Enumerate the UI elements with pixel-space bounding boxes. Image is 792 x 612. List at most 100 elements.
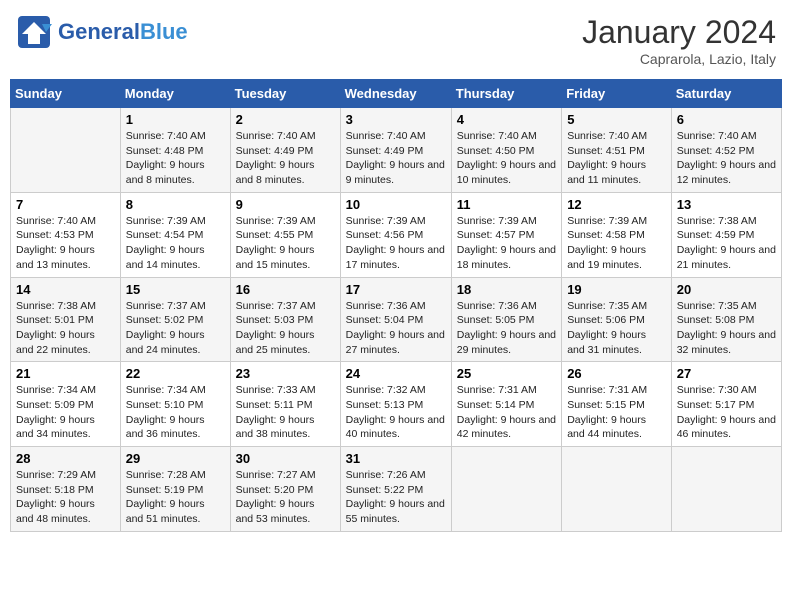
calendar-cell: 9 Sunrise: 7:39 AMSunset: 4:55 PMDaylight… <box>230 192 340 277</box>
column-header-tuesday: Tuesday <box>230 80 340 108</box>
day-detail: Sunrise: 7:31 AMSunset: 5:15 PMDaylight:… <box>567 383 666 442</box>
calendar-week-row: 1Sunrise: 7:40 AMSunset: 4:48 PMDaylight… <box>11 108 782 193</box>
day-number: 28 <box>16 451 115 466</box>
column-header-friday: Friday <box>562 80 672 108</box>
day-number: 12 <box>567 197 666 212</box>
day-number: 19 <box>567 282 666 297</box>
day-detail: Sunrise: 7:35 AMSunset: 5:06 PMDaylight:… <box>567 299 666 358</box>
column-header-thursday: Thursday <box>451 80 561 108</box>
day-number: 23 <box>236 366 335 381</box>
calendar-cell: 25 Sunrise: 7:31 AMSunset: 5:14 PMDayligh… <box>451 362 561 447</box>
page-header: GeneralBlue January 2024 Caprarola, Lazi… <box>10 10 782 71</box>
day-number: 22 <box>126 366 225 381</box>
calendar-cell: 22 Sunrise: 7:34 AMSunset: 5:10 PMDayligh… <box>120 362 230 447</box>
calendar-cell: 20 Sunrise: 7:35 AMSunset: 5:08 PMDayligh… <box>671 277 781 362</box>
day-number: 9 <box>236 197 335 212</box>
day-detail: Sunrise: 7:32 AMSunset: 5:13 PMDaylight:… <box>346 383 446 442</box>
calendar-week-row: 7 Sunrise: 7:40 AMSunset: 4:53 PMDaylight… <box>11 192 782 277</box>
calendar-cell: 11Sunrise: 7:39 AMSunset: 4:57 PMDayligh… <box>451 192 561 277</box>
day-number: 10 <box>346 197 446 212</box>
day-detail: Sunrise: 7:34 AMSunset: 5:10 PMDaylight:… <box>126 383 225 442</box>
day-detail: Sunrise: 7:34 AMSunset: 5:09 PMDaylight:… <box>16 383 115 442</box>
calendar-cell: 13 Sunrise: 7:38 AMSunset: 4:59 PMDayligh… <box>671 192 781 277</box>
day-detail: Sunrise: 7:30 AMSunset: 5:17 PMDaylight:… <box>677 383 776 442</box>
calendar-cell: 19 Sunrise: 7:35 AMSunset: 5:06 PMDayligh… <box>562 277 672 362</box>
logo-blue-text: Blue <box>140 19 188 44</box>
calendar-cell: 16Sunrise: 7:37 AMSunset: 5:03 PMDayligh… <box>230 277 340 362</box>
day-detail: Sunrise: 7:40 AMSunset: 4:51 PMDaylight:… <box>567 129 666 188</box>
calendar-cell: 14 Sunrise: 7:38 AMSunset: 5:01 PMDayligh… <box>11 277 121 362</box>
day-detail: Sunrise: 7:39 AMSunset: 4:57 PMDaylight:… <box>457 214 556 273</box>
calendar-cell: 8Sunrise: 7:39 AMSunset: 4:54 PMDaylight… <box>120 192 230 277</box>
day-number: 24 <box>346 366 446 381</box>
calendar-cell: 30Sunrise: 7:27 AMSunset: 5:20 PMDayligh… <box>230 447 340 532</box>
day-detail: Sunrise: 7:39 AMSunset: 4:56 PMDaylight:… <box>346 214 446 273</box>
page-subtitle: Caprarola, Lazio, Italy <box>582 51 776 67</box>
day-detail: Sunrise: 7:37 AMSunset: 5:03 PMDaylight:… <box>236 299 335 358</box>
calendar-cell: 15 Sunrise: 7:37 AMSunset: 5:02 PMDayligh… <box>120 277 230 362</box>
day-detail: Sunrise: 7:35 AMSunset: 5:08 PMDaylight:… <box>677 299 776 358</box>
day-detail: Sunrise: 7:31 AMSunset: 5:14 PMDaylight:… <box>457 383 556 442</box>
day-number: 14 <box>16 282 115 297</box>
calendar-body: 1Sunrise: 7:40 AMSunset: 4:48 PMDaylight… <box>11 108 782 532</box>
calendar-week-row: 14 Sunrise: 7:38 AMSunset: 5:01 PMDayligh… <box>11 277 782 362</box>
calendar-week-row: 21 Sunrise: 7:34 AMSunset: 5:09 PMDayligh… <box>11 362 782 447</box>
calendar-cell: 18 Sunrise: 7:36 AMSunset: 5:05 PMDayligh… <box>451 277 561 362</box>
day-detail: Sunrise: 7:40 AMSunset: 4:48 PMDaylight:… <box>126 129 225 188</box>
day-number: 4 <box>457 112 556 127</box>
calendar-table: SundayMondayTuesdayWednesdayThursdayFrid… <box>10 79 782 532</box>
day-number: 31 <box>346 451 446 466</box>
page-title: January 2024 <box>582 14 776 51</box>
day-number: 15 <box>126 282 225 297</box>
column-header-saturday: Saturday <box>671 80 781 108</box>
calendar-cell: 3Sunrise: 7:40 AMSunset: 4:49 PMDaylight… <box>340 108 451 193</box>
day-detail: Sunrise: 7:40 AMSunset: 4:49 PMDaylight:… <box>346 129 446 188</box>
calendar-cell: 28 Sunrise: 7:29 AMSunset: 5:18 PMDayligh… <box>11 447 121 532</box>
calendar-cell: 4 Sunrise: 7:40 AMSunset: 4:50 PMDaylight… <box>451 108 561 193</box>
day-detail: Sunrise: 7:40 AMSunset: 4:53 PMDaylight:… <box>16 214 115 273</box>
day-number: 8 <box>126 197 225 212</box>
calendar-cell: 5 Sunrise: 7:40 AMSunset: 4:51 PMDaylight… <box>562 108 672 193</box>
day-number: 5 <box>567 112 666 127</box>
logo-icon <box>16 14 52 50</box>
day-detail: Sunrise: 7:36 AMSunset: 5:04 PMDaylight:… <box>346 299 446 358</box>
calendar-cell: 26 Sunrise: 7:31 AMSunset: 5:15 PMDayligh… <box>562 362 672 447</box>
day-detail: Sunrise: 7:28 AMSunset: 5:19 PMDaylight:… <box>126 468 225 527</box>
day-number: 6 <box>677 112 776 127</box>
day-detail: Sunrise: 7:29 AMSunset: 5:18 PMDaylight:… <box>16 468 115 527</box>
day-detail: Sunrise: 7:36 AMSunset: 5:05 PMDaylight:… <box>457 299 556 358</box>
calendar-cell: 23Sunrise: 7:33 AMSunset: 5:11 PMDayligh… <box>230 362 340 447</box>
calendar-cell: 1Sunrise: 7:40 AMSunset: 4:48 PMDaylight… <box>120 108 230 193</box>
column-header-monday: Monday <box>120 80 230 108</box>
calendar-cell <box>451 447 561 532</box>
calendar-header-row: SundayMondayTuesdayWednesdayThursdayFrid… <box>11 80 782 108</box>
calendar-cell: 27 Sunrise: 7:30 AMSunset: 5:17 PMDayligh… <box>671 362 781 447</box>
calendar-cell: 24 Sunrise: 7:32 AMSunset: 5:13 PMDayligh… <box>340 362 451 447</box>
day-number: 7 <box>16 197 115 212</box>
day-detail: Sunrise: 7:40 AMSunset: 4:50 PMDaylight:… <box>457 129 556 188</box>
day-number: 2 <box>236 112 335 127</box>
day-detail: Sunrise: 7:38 AMSunset: 4:59 PMDaylight:… <box>677 214 776 273</box>
day-detail: Sunrise: 7:40 AMSunset: 4:49 PMDaylight:… <box>236 129 335 188</box>
day-detail: Sunrise: 7:40 AMSunset: 4:52 PMDaylight:… <box>677 129 776 188</box>
day-detail: Sunrise: 7:39 AMSunset: 4:55 PMDaylight:… <box>236 214 335 273</box>
day-number: 26 <box>567 366 666 381</box>
day-number: 18 <box>457 282 556 297</box>
day-detail: Sunrise: 7:37 AMSunset: 5:02 PMDaylight:… <box>126 299 225 358</box>
day-number: 20 <box>677 282 776 297</box>
logo: GeneralBlue <box>16 14 188 50</box>
day-number: 25 <box>457 366 556 381</box>
day-number: 30 <box>236 451 335 466</box>
calendar-cell <box>671 447 781 532</box>
title-block: January 2024 Caprarola, Lazio, Italy <box>582 14 776 67</box>
day-number: 17 <box>346 282 446 297</box>
day-detail: Sunrise: 7:38 AMSunset: 5:01 PMDaylight:… <box>16 299 115 358</box>
calendar-cell: 31Sunrise: 7:26 AMSunset: 5:22 PMDayligh… <box>340 447 451 532</box>
day-number: 21 <box>16 366 115 381</box>
column-header-sunday: Sunday <box>11 80 121 108</box>
day-number: 27 <box>677 366 776 381</box>
calendar-cell <box>11 108 121 193</box>
calendar-cell: 6 Sunrise: 7:40 AMSunset: 4:52 PMDaylight… <box>671 108 781 193</box>
day-number: 13 <box>677 197 776 212</box>
column-header-wednesday: Wednesday <box>340 80 451 108</box>
